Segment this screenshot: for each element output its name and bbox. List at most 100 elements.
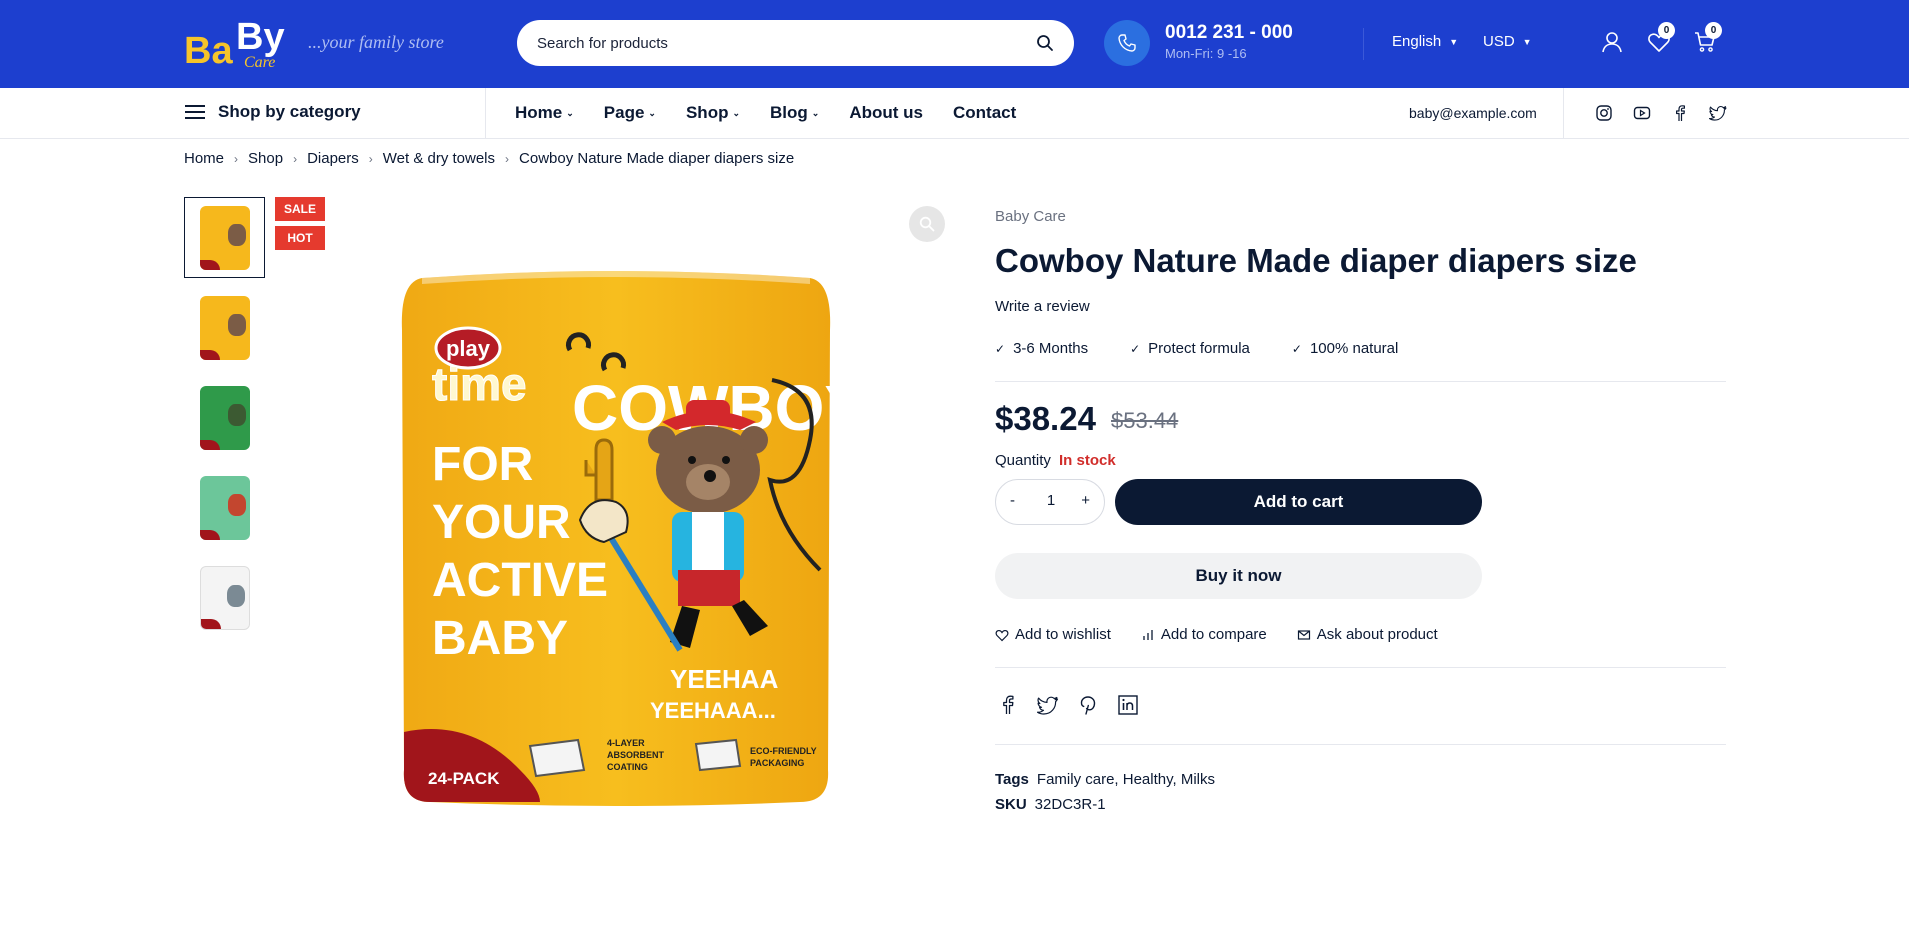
pack-feature1-line1: 4-LAYER bbox=[607, 738, 645, 748]
chevron-down-icon: ⌄ bbox=[648, 107, 656, 118]
add-to-cart-button[interactable]: Add to cart bbox=[1115, 479, 1482, 525]
divider bbox=[995, 381, 1726, 382]
current-price: $38.24 bbox=[995, 400, 1096, 437]
currency-selector[interactable]: USD ▼ bbox=[1483, 33, 1532, 50]
language-label: English bbox=[1392, 33, 1442, 50]
feature-label: 3-6 Months bbox=[1013, 340, 1089, 357]
nav-item-label: Blog bbox=[770, 103, 808, 122]
site-logo[interactable]: Ba By Care bbox=[184, 14, 288, 74]
cart-count-badge: 0 bbox=[1705, 22, 1722, 39]
breadcrumb-home[interactable]: Home bbox=[184, 150, 224, 167]
product-main-image[interactable]: play time COWBOY FOR YOUR ACTIVE BABY YE… bbox=[400, 270, 832, 806]
currency-label: USD bbox=[1483, 33, 1515, 50]
nav-item-page[interactable]: Page ⌄ bbox=[604, 103, 656, 123]
top-header: Ba By Care ...your family store 0012 231… bbox=[0, 0, 1909, 88]
breadcrumb-diapers[interactable]: Diapers bbox=[307, 150, 359, 167]
nav-menu: Home ⌄ Page ⌄ Shop ⌄ Blog ⌄ About us Contact bbox=[515, 103, 1016, 123]
logo-part-ba: Ba bbox=[184, 30, 233, 72]
mail-icon bbox=[1297, 629, 1310, 640]
menu-icon bbox=[185, 105, 205, 119]
feature-item: ✓ Protect formula bbox=[1130, 340, 1250, 357]
nav-item-label: Page bbox=[603, 103, 645, 122]
quantity-label: Quantity bbox=[995, 452, 1051, 469]
twitter-icon[interactable] bbox=[1036, 694, 1059, 716]
pack-line-3: ACTIVE bbox=[432, 554, 608, 607]
share-links bbox=[997, 694, 1139, 716]
facebook-icon[interactable] bbox=[997, 694, 1019, 716]
logo-part-care: Care bbox=[244, 54, 276, 71]
chevron-right-icon: › bbox=[368, 151, 373, 166]
sku-value: 32DC3R-1 bbox=[1034, 796, 1106, 813]
add-to-wishlist-link[interactable]: Add to wishlist bbox=[995, 626, 1111, 643]
language-selector[interactable]: English ▼ bbox=[1392, 33, 1458, 50]
nav-item-label: Home bbox=[515, 103, 563, 122]
pack-feature1-line2: ABSORBENT bbox=[607, 750, 665, 760]
nav-item-blog[interactable]: Blog ⌄ bbox=[770, 103, 819, 123]
buy-now-button[interactable]: Buy it now bbox=[995, 553, 1482, 599]
linkedin-icon[interactable] bbox=[1117, 694, 1139, 716]
gallery-thumbnail[interactable] bbox=[184, 377, 265, 458]
thumbnail-image bbox=[199, 475, 250, 540]
product-brand[interactable]: Baby Care bbox=[995, 208, 1066, 225]
nav-item-shop[interactable]: Shop ⌄ bbox=[686, 103, 740, 123]
gallery-thumbnail[interactable] bbox=[184, 467, 265, 548]
action-label: Add to wishlist bbox=[1015, 626, 1111, 643]
phone-button[interactable] bbox=[1104, 20, 1150, 66]
write-review-link[interactable]: Write a review bbox=[995, 298, 1090, 315]
check-icon: ✓ bbox=[1130, 341, 1141, 356]
main-nav: Shop by category Home ⌄ Page ⌄ Shop ⌄ Blog ⌄… bbox=[0, 88, 1909, 139]
nav-item-about[interactable]: About us bbox=[849, 103, 923, 123]
product-tags: Tags Family care, Healthy, Milks bbox=[995, 771, 1215, 788]
facebook-icon[interactable] bbox=[1671, 104, 1689, 122]
search-icon[interactable] bbox=[1036, 34, 1054, 52]
gallery-thumbnail[interactable] bbox=[184, 287, 265, 368]
sale-badge: SALE bbox=[275, 197, 325, 221]
breadcrumb: Home › Shop › Diapers › Wet & dry towels… bbox=[184, 150, 794, 167]
twitter-icon[interactable] bbox=[1708, 104, 1727, 122]
feature-label: Protect formula bbox=[1148, 340, 1250, 357]
chevron-right-icon: › bbox=[293, 151, 298, 166]
gallery-thumbnail[interactable] bbox=[184, 557, 265, 638]
phone-number[interactable]: 0012 231 - 000 bbox=[1165, 22, 1293, 44]
ask-about-product-link[interactable]: Ask about product bbox=[1297, 626, 1438, 643]
pack-line-4: BABY bbox=[432, 612, 568, 665]
shop-by-category-button[interactable]: Shop by category bbox=[184, 102, 361, 122]
heart-icon bbox=[995, 629, 1009, 641]
pinterest-icon[interactable] bbox=[1077, 694, 1099, 716]
pack-shout-2: YEEHAAA... bbox=[650, 698, 776, 723]
user-icon[interactable] bbox=[1600, 30, 1626, 56]
zoom-icon bbox=[919, 216, 935, 232]
social-links bbox=[1595, 104, 1727, 122]
nav-item-contact[interactable]: Contact bbox=[953, 103, 1016, 123]
nav-item-label: About us bbox=[849, 103, 923, 122]
search-bar bbox=[517, 20, 1074, 66]
thumbnail-image bbox=[199, 385, 250, 450]
zoom-button[interactable] bbox=[909, 206, 945, 242]
pack-line-2: YOUR bbox=[432, 496, 571, 549]
pack-feature2-line2: PACKAGING bbox=[750, 758, 804, 768]
chevron-right-icon: › bbox=[234, 151, 239, 166]
pack-feature1-line3: COATING bbox=[607, 762, 648, 772]
contact-email[interactable]: baby@example.com bbox=[1409, 105, 1537, 121]
site-tagline: ...your family store bbox=[308, 32, 444, 52]
gallery-thumbnail[interactable] bbox=[184, 197, 265, 278]
product-features: ✓ 3-6 Months ✓ Protect formula ✓ 100% natur… bbox=[995, 340, 1398, 357]
phone-hours: Mon-Fri: 9 -16 bbox=[1165, 46, 1247, 61]
search-input[interactable] bbox=[537, 32, 1007, 54]
check-icon: ✓ bbox=[1291, 341, 1302, 356]
chevron-down-icon: ▼ bbox=[1522, 36, 1532, 47]
add-to-compare-link[interactable]: Add to compare bbox=[1141, 626, 1267, 643]
pack-brand-line2: time bbox=[432, 358, 527, 410]
breadcrumb-shop[interactable]: Shop bbox=[248, 150, 283, 167]
quantity-increase-button[interactable]: + bbox=[1081, 492, 1090, 509]
breadcrumb-wet-dry-towels[interactable]: Wet & dry towels bbox=[383, 150, 495, 167]
quantity-input[interactable]: 1 bbox=[1036, 492, 1066, 509]
original-price: $53.44 bbox=[1111, 408, 1179, 433]
nav-item-home[interactable]: Home ⌄ bbox=[515, 103, 574, 123]
quantity-decrease-button[interactable]: - bbox=[1010, 492, 1015, 509]
instagram-icon[interactable] bbox=[1595, 104, 1613, 122]
youtube-icon[interactable] bbox=[1633, 104, 1651, 122]
breadcrumb-current: Cowboy Nature Made diaper diapers size bbox=[519, 150, 795, 167]
divider bbox=[995, 744, 1726, 745]
tags-value[interactable]: Family care, Healthy, Milks bbox=[1037, 771, 1215, 788]
